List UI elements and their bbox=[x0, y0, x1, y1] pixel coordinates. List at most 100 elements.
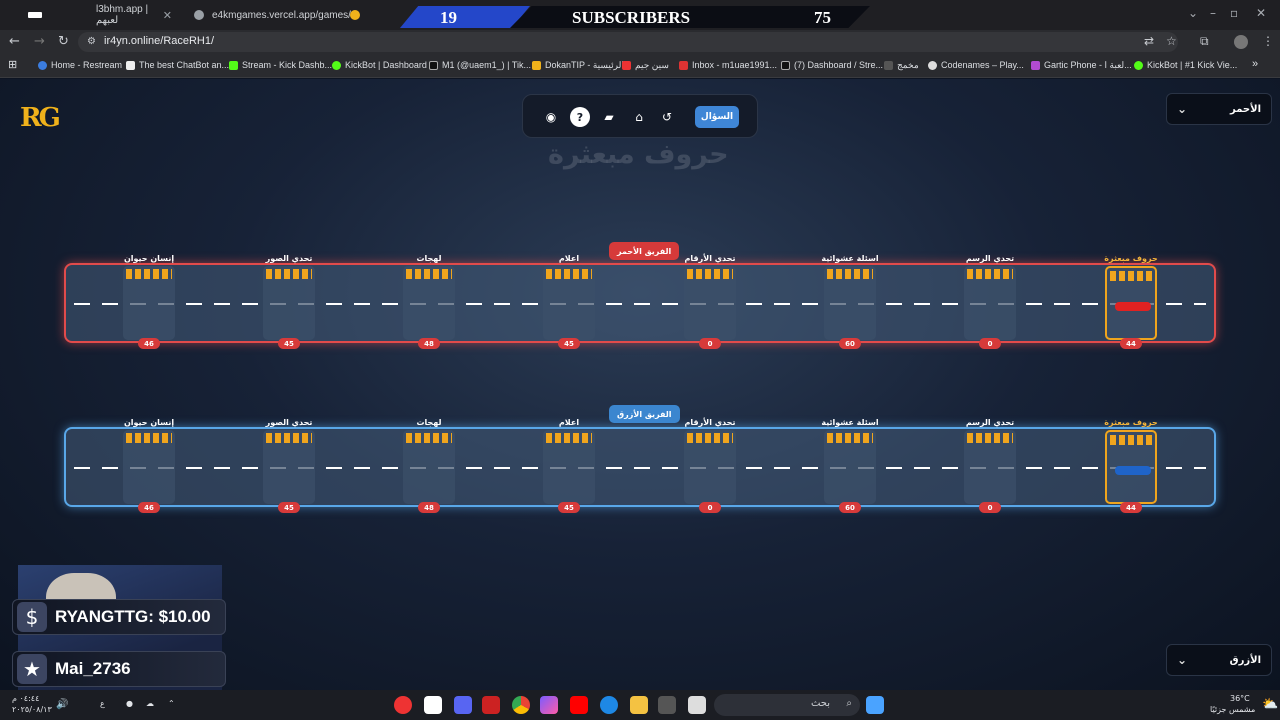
follower-alert: ★ Mai_2736 bbox=[12, 651, 226, 687]
car-icon[interactable]: ▰ bbox=[599, 107, 619, 127]
tab-e4kmgames[interactable]: e4kmgames.vercel.app/games/✕ bbox=[184, 4, 360, 26]
red-station-slot[interactable] bbox=[263, 266, 315, 340]
keyboard-language[interactable]: ع bbox=[100, 699, 105, 708]
site-info-icon[interactable]: ⚙ bbox=[87, 36, 96, 47]
seenjeem-icon bbox=[622, 61, 631, 70]
blue-station-slot[interactable] bbox=[824, 430, 876, 504]
blue-station-score: 45 bbox=[558, 502, 580, 513]
bookmark-item[interactable]: The best ChatBot an... bbox=[126, 60, 229, 70]
discord-icon[interactable] bbox=[454, 696, 472, 714]
store-icon[interactable] bbox=[658, 696, 676, 714]
weather-icon[interactable]: ⛅ bbox=[1262, 697, 1278, 712]
taskbar-search[interactable]: بحث ⌕ bbox=[714, 694, 860, 716]
clock-date[interactable]: ٢٠٢٥/٠٨/١٣ bbox=[12, 705, 52, 714]
blue-team-select[interactable]: ⌄ الأزرق bbox=[1166, 644, 1272, 676]
red-station-slot[interactable] bbox=[824, 266, 876, 340]
red-station-slot[interactable] bbox=[403, 266, 455, 340]
youtube-icon[interactable] bbox=[570, 696, 588, 714]
notepad-icon[interactable] bbox=[688, 696, 706, 714]
blue-team-car-icon bbox=[1115, 466, 1151, 475]
bookmark-item[interactable]: M1 (@uaem1_) | Tik... bbox=[429, 60, 531, 70]
barrier-blocks bbox=[1110, 271, 1156, 281]
red-station-slot[interactable] bbox=[684, 266, 736, 340]
clock-time[interactable]: ٠٤:٤٤ م bbox=[12, 694, 39, 703]
cloud-icon[interactable]: ☁ bbox=[146, 699, 154, 708]
close-window-icon[interactable]: ✕ bbox=[1256, 6, 1266, 20]
bookmark-item[interactable]: (7) Dashboard / Stre... bbox=[781, 60, 883, 70]
avatar[interactable] bbox=[1234, 35, 1248, 49]
red-station-slot[interactable] bbox=[1105, 266, 1157, 340]
tab-title: e4kmgames.vercel.app/games/ bbox=[212, 9, 351, 21]
translate-icon[interactable]: ⇄ bbox=[1144, 34, 1154, 48]
game-title-watermark: حروف مبعثرة bbox=[548, 139, 729, 170]
bookmark-item[interactable]: Gartic Phone - لعبة ا... bbox=[1031, 60, 1132, 71]
red-station-slot[interactable] bbox=[123, 266, 175, 340]
blue-station-slot[interactable] bbox=[964, 430, 1016, 504]
weather-temp[interactable]: 36°C bbox=[1230, 694, 1250, 703]
bookmark-item[interactable]: DokanTIP - الرئيسية bbox=[532, 60, 624, 71]
blue-station-slot[interactable] bbox=[543, 430, 595, 504]
tab-active[interactable] bbox=[340, 4, 380, 26]
barrier-blocks bbox=[546, 269, 592, 279]
bookmark-item[interactable]: Codenames – Play... bbox=[928, 60, 1024, 70]
url-box[interactable] bbox=[78, 32, 1178, 52]
tab-favicon-only[interactable] bbox=[18, 4, 74, 26]
back-icon[interactable]: ← bbox=[9, 34, 20, 49]
maximize-icon[interactable]: ▫ bbox=[1230, 6, 1238, 20]
blue-station-label: تحدي الأرقام bbox=[684, 418, 736, 427]
bookmark-item[interactable]: مخمج bbox=[884, 60, 919, 71]
bookmark-item[interactable]: Stream - Kick Dashb... bbox=[229, 60, 332, 70]
star-icon[interactable]: ☆ bbox=[1166, 34, 1177, 48]
minimize-icon[interactable]: – bbox=[1210, 6, 1216, 20]
forward-icon[interactable]: → bbox=[34, 34, 45, 49]
chatbot-icon bbox=[126, 60, 135, 70]
file-explorer-icon[interactable] bbox=[630, 696, 648, 714]
weather-desc[interactable]: مشمس جزئيًا bbox=[1210, 705, 1255, 714]
restream-icon bbox=[38, 60, 47, 70]
bookmark-item[interactable]: KickBot | #1 Kick Vie... bbox=[1134, 60, 1237, 70]
page-favicon-icon bbox=[28, 12, 42, 18]
url-text[interactable]: ir4yn.online/RaceRH1/ bbox=[104, 35, 214, 47]
bookmark-item[interactable]: Inbox - m1uae1991... bbox=[679, 60, 777, 70]
barrier-blocks bbox=[406, 269, 452, 279]
bookmark-item[interactable]: KickBot | Dashboard bbox=[332, 60, 427, 70]
question-button[interactable]: السؤال bbox=[695, 106, 739, 128]
streamlabs-icon[interactable] bbox=[482, 696, 500, 714]
bookmark-item[interactable]: Home - Restream bbox=[38, 60, 122, 70]
red-station-slot[interactable] bbox=[543, 266, 595, 340]
extensions-icon[interactable]: ⧉ bbox=[1200, 34, 1209, 49]
subscriber-bar: 19 SUBSCRIBERS 75 bbox=[400, 6, 870, 28]
subscriber-count-right: 75 bbox=[814, 8, 831, 27]
help-icon[interactable]: ? bbox=[570, 107, 590, 127]
mic-icon[interactable]: ● bbox=[126, 699, 133, 708]
eye-icon[interactable]: ◉ bbox=[541, 107, 561, 127]
blue-station-slot[interactable] bbox=[1105, 430, 1157, 504]
windows-start-icon[interactable] bbox=[866, 696, 884, 714]
capcut-icon[interactable] bbox=[424, 696, 442, 714]
copilot-icon[interactable] bbox=[540, 696, 558, 714]
chrome-icon[interactable] bbox=[512, 696, 530, 714]
reload-icon[interactable]: ↻ bbox=[58, 34, 69, 49]
blue-station-slot[interactable] bbox=[403, 430, 455, 504]
search-icon: ⌕ bbox=[846, 698, 852, 709]
more-bookmarks-icon[interactable]: » bbox=[1252, 58, 1258, 70]
blue-station-slot[interactable] bbox=[684, 430, 736, 504]
close-icon[interactable]: ✕ bbox=[163, 9, 172, 22]
edge-icon[interactable] bbox=[600, 696, 618, 714]
blue-station-slot[interactable] bbox=[263, 430, 315, 504]
blue-station-slot[interactable] bbox=[123, 430, 175, 504]
bookmark-item[interactable]: سين جيم bbox=[622, 60, 669, 71]
volume-icon[interactable]: 🔊 bbox=[56, 699, 68, 710]
apps-grid-icon[interactable]: ⊞ bbox=[8, 58, 17, 71]
tab-l3bhm[interactable]: l3bhm.app | لعبهم ✕ bbox=[86, 4, 182, 26]
home-icon[interactable]: ⌂ bbox=[629, 107, 649, 127]
undo-icon[interactable]: ↺ bbox=[657, 107, 677, 127]
blue-station-score: 60 bbox=[839, 502, 861, 513]
red-team-select[interactable]: ⌄ الأحمر bbox=[1166, 93, 1272, 125]
red-station-score: 44 bbox=[1120, 338, 1142, 349]
chevron-down-icon[interactable]: ⌄ bbox=[1188, 6, 1198, 20]
red-station-slot[interactable] bbox=[964, 266, 1016, 340]
menu-icon[interactable]: ⋮ bbox=[1262, 34, 1274, 48]
chevron-up-icon[interactable]: ⌃ bbox=[168, 699, 175, 708]
obs-icon[interactable] bbox=[394, 696, 412, 714]
